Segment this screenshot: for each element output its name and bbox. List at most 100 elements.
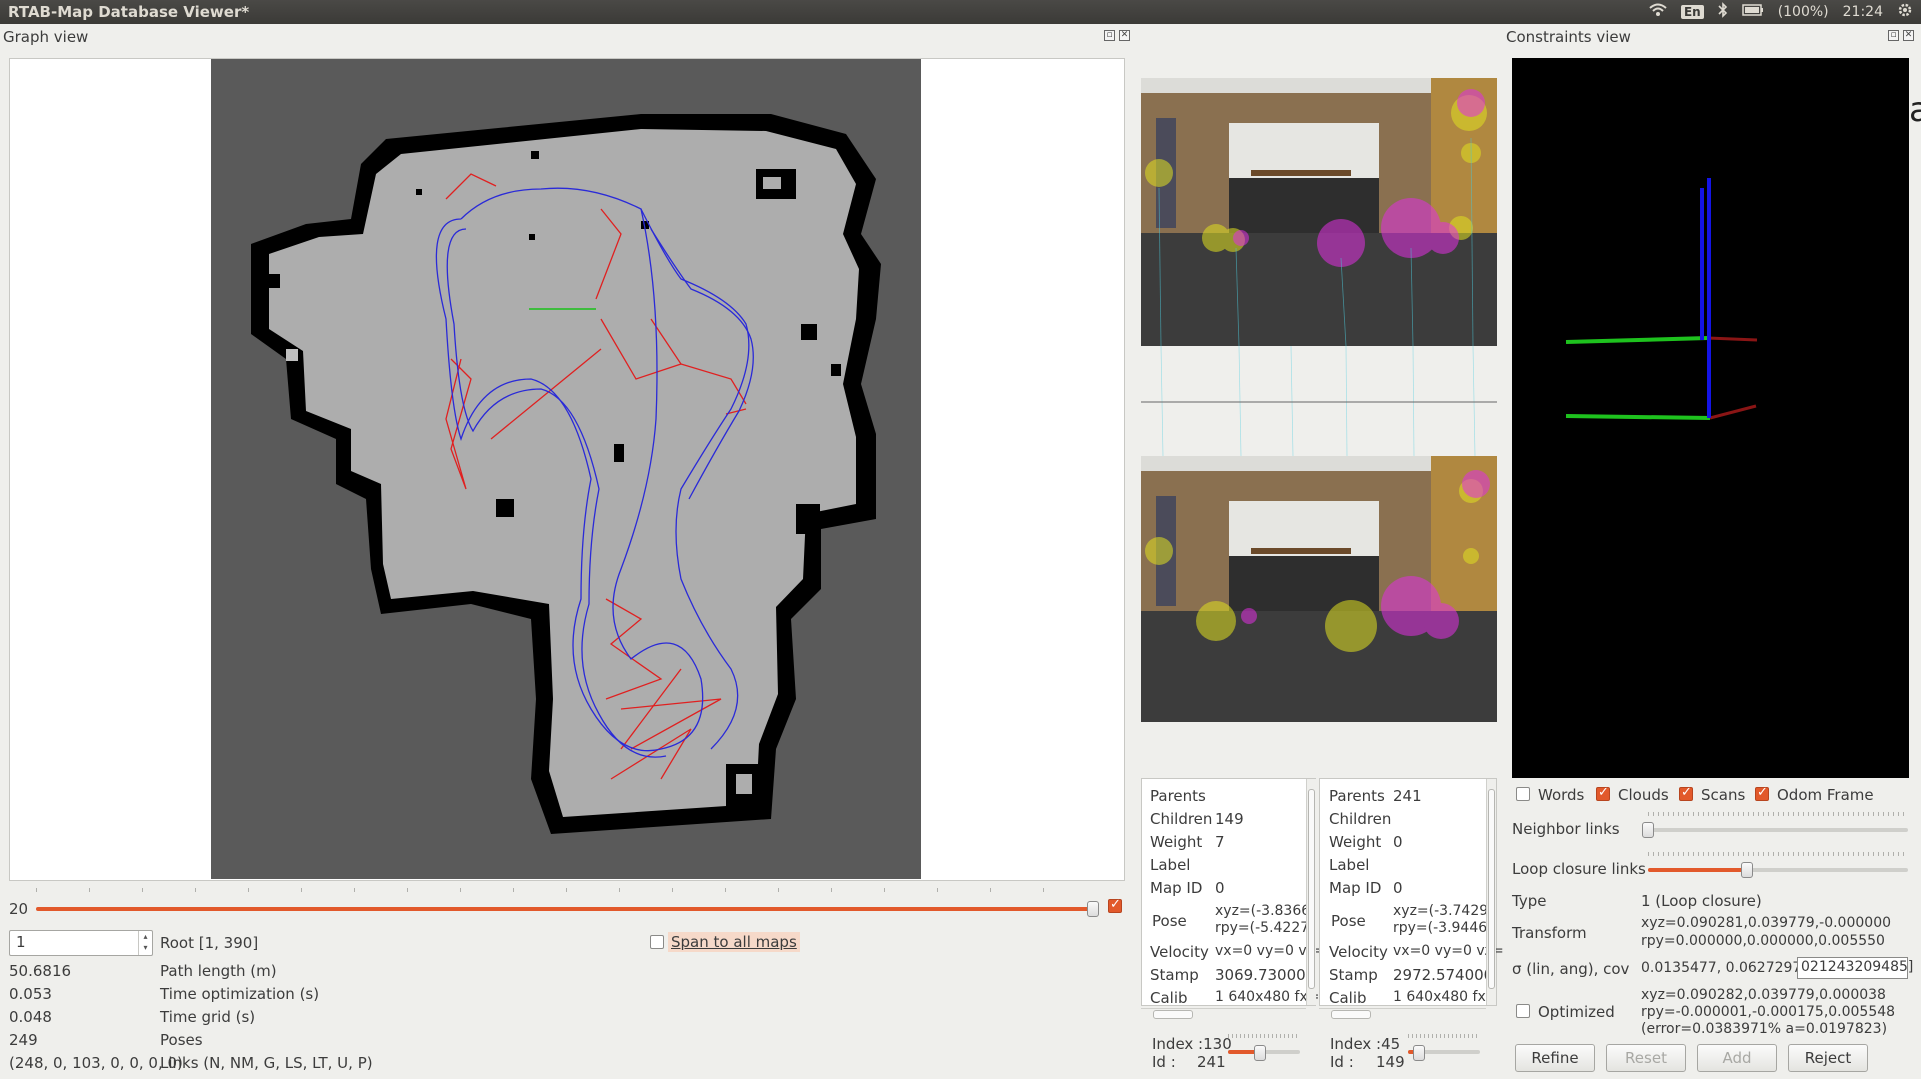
- battery-icon[interactable]: [1741, 4, 1764, 20]
- neighbor-links-slider[interactable]: [1648, 828, 1908, 832]
- graph-view-title: Graph view: [3, 28, 89, 46]
- clouds-label: Clouds: [1618, 786, 1669, 804]
- covariance-field[interactable]: 021243209485]: [1797, 957, 1913, 979]
- stat-value: 50.6816: [9, 962, 72, 980]
- node-a-hscroll-thumb[interactable]: [1153, 1010, 1193, 1019]
- root-spinbox-value: 1: [16, 933, 26, 951]
- node-b-key: Calib: [1329, 989, 1367, 1007]
- node-a-slider-handle[interactable]: [1254, 1045, 1267, 1061]
- node-b-vscroll-thumb[interactable]: [1488, 789, 1495, 989]
- node-a-key: Calib: [1150, 989, 1188, 1007]
- camera-image-b: [1141, 456, 1497, 722]
- node-a-id-label: Id :: [1152, 1053, 1176, 1071]
- constraints-3d-view[interactable]: [1512, 58, 1909, 778]
- image-separator-area: [1141, 345, 1497, 457]
- spinbox-arrows-icon[interactable]: ▴ ▾: [138, 931, 152, 955]
- type-label: Type: [1512, 892, 1547, 910]
- graph-view-dock-buttons: ▫ ✕: [1104, 30, 1130, 41]
- scans-checkbox[interactable]: [1679, 785, 1693, 801]
- node-a-value: 0: [1215, 879, 1225, 897]
- node-b-key: Map ID: [1329, 879, 1382, 897]
- loop-closure-links-handle[interactable]: [1740, 862, 1753, 878]
- bluetooth-icon[interactable]: [1718, 2, 1728, 22]
- sigma-value: 0.0135477, 0.0627297: [1641, 960, 1802, 976]
- stat-value: (248, 0, 103, 0, 0, 0, 0): [9, 1054, 183, 1072]
- node-a-key: Label: [1150, 856, 1191, 874]
- close-dock-button[interactable]: ✕: [1119, 30, 1130, 41]
- neighbor-links-handle[interactable]: [1642, 822, 1654, 838]
- node-b-pose-xyz: xyz=(-3.7429: [1393, 903, 1489, 919]
- occupancy-grid-map[interactable]: [211, 59, 921, 879]
- image-view-b[interactable]: [1141, 456, 1497, 722]
- node-a-vscroll-thumb[interactable]: [1308, 789, 1315, 989]
- occupancy-map-drawing: [251, 114, 881, 834]
- constraints-view-dock-buttons: ▫ ✕: [1888, 30, 1914, 41]
- float-dock-button[interactable]: ▫: [1888, 30, 1899, 41]
- graph-slider-ticks: [36, 888, 1096, 892]
- covariance-value: 021243209485]: [1801, 959, 1914, 975]
- close-dock-button[interactable]: ✕: [1903, 30, 1914, 41]
- loop-links-ticks: [1648, 852, 1908, 856]
- float-dock-button[interactable]: ▫: [1104, 30, 1115, 41]
- add-button[interactable]: Add: [1697, 1044, 1777, 1072]
- node-b-id-label: Id :: [1330, 1053, 1354, 1071]
- node-a-vscrollbar[interactable]: [1306, 779, 1316, 1005]
- root-spinbox[interactable]: 1 ▴ ▾: [9, 930, 153, 956]
- node-a-key: Velocity: [1150, 943, 1209, 961]
- sigma-label: σ (lin, ang), cov: [1512, 960, 1630, 978]
- gear-icon[interactable]: [1897, 2, 1913, 22]
- node-b-index-label: Index :45: [1330, 1035, 1401, 1053]
- clipped-overflow-glyph: a: [1909, 90, 1921, 130]
- node-b-vscrollbar[interactable]: [1486, 779, 1496, 1005]
- feature-correspondence-lines: [1141, 345, 1497, 457]
- node-a-pose-key: Pose: [1152, 912, 1187, 930]
- node-a-key: Map ID: [1150, 879, 1203, 897]
- node-a-value: 149: [1215, 810, 1244, 828]
- node-b-hscrollbar[interactable]: [1319, 1008, 1486, 1020]
- graph-slider-checkbox[interactable]: [1108, 897, 1122, 913]
- optimized-checkbox[interactable]: [1516, 1004, 1530, 1018]
- node-a-key: Parents: [1150, 787, 1206, 805]
- odom-frame-checkbox[interactable]: [1755, 785, 1769, 801]
- system-tray: En (100%) 21:24: [1649, 2, 1913, 22]
- neighbor-links-label: Neighbor links: [1512, 820, 1620, 838]
- node-b-slider-ticks: [1408, 1034, 1480, 1038]
- node-a-id-value: 241: [1197, 1053, 1226, 1071]
- graph-iterations-slider[interactable]: [36, 907, 1096, 911]
- reset-button[interactable]: Reset: [1606, 1044, 1686, 1072]
- camera-image-a: [1141, 78, 1497, 346]
- constraints-3d-drawing: [1565, 178, 1758, 420]
- node-a-hscrollbar[interactable]: [1141, 1008, 1306, 1020]
- node-a-value: 7: [1215, 833, 1225, 851]
- optimized-rpy: rpy=-0.000001,-0.000175,0.005548: [1641, 1004, 1896, 1020]
- window-title: RTAB-Map Database Viewer*: [8, 3, 250, 21]
- node-a-index-label: Index :130: [1152, 1035, 1232, 1053]
- clock[interactable]: 21:24: [1843, 4, 1883, 20]
- node-b-key: Weight: [1329, 833, 1382, 851]
- graph-slider-handle[interactable]: [1087, 901, 1099, 917]
- optimized-label: Optimized: [1538, 1003, 1615, 1021]
- span-all-maps-label[interactable]: Span to all maps: [668, 932, 800, 952]
- keyboard-layout-indicator[interactable]: En: [1680, 5, 1704, 19]
- words-checkbox[interactable]: [1516, 787, 1530, 801]
- clouds-checkbox[interactable]: [1596, 785, 1610, 801]
- node-a-slider-ticks: [1228, 1034, 1300, 1038]
- node-b-hscroll-thumb[interactable]: [1331, 1010, 1371, 1019]
- reject-button[interactable]: Reject: [1788, 1044, 1868, 1072]
- node-b-pose-rpy: rpy=(-3.9446: [1393, 920, 1488, 936]
- node-b-key: Stamp: [1329, 966, 1378, 984]
- refine-button[interactable]: Refine: [1515, 1044, 1595, 1072]
- node-a-pose-rpy: rpy=(-5.4227: [1215, 920, 1310, 936]
- node-b-value: 0: [1393, 879, 1403, 897]
- graph-slider-value: 20: [9, 900, 29, 918]
- node-b-id-value: 149: [1376, 1053, 1405, 1071]
- stat-label: Links (N, NM, G, LS, LT, U, P): [160, 1054, 373, 1072]
- node-b-slider-handle[interactable]: [1412, 1045, 1425, 1061]
- image-view-a[interactable]: [1141, 78, 1497, 346]
- optimized-error: (error=0.0383971% a=0.0197823): [1641, 1021, 1888, 1037]
- node-b-key: Children: [1329, 810, 1392, 828]
- node-b-value: 241: [1393, 787, 1422, 805]
- node-b-key: Label: [1329, 856, 1370, 874]
- span-all-maps-checkbox[interactable]: [650, 935, 664, 949]
- wifi-icon[interactable]: [1649, 3, 1667, 21]
